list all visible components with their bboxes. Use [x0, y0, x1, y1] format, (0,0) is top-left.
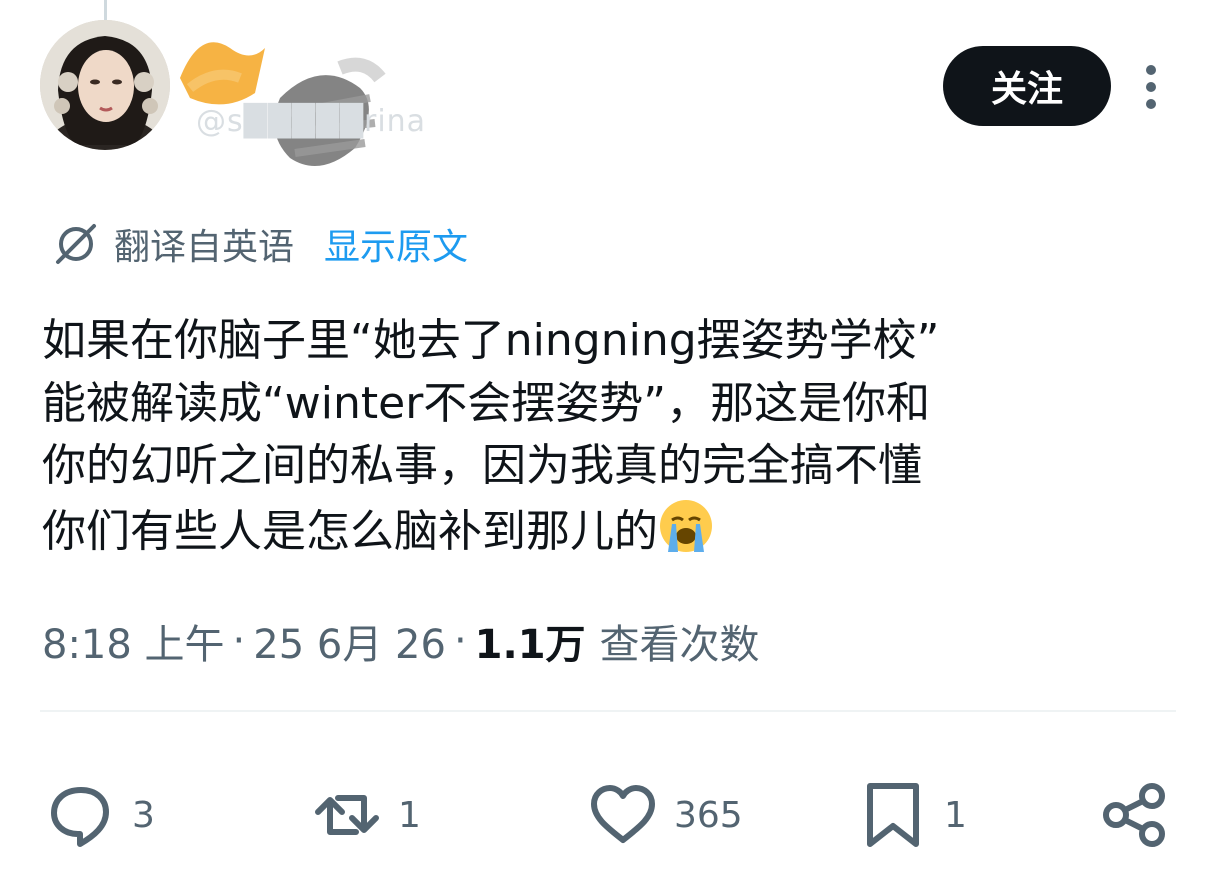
views-label: 查看次数: [599, 622, 760, 668]
user-handle[interactable]: @s█████rina: [196, 104, 426, 139]
display-name-redaction: [170, 18, 460, 188]
loudly-crying-face-emoji: [660, 499, 712, 552]
views-count: 1.1万: [474, 622, 586, 668]
meta-separator: ·: [453, 618, 467, 664]
translated-from-label: 翻译自英语: [114, 227, 295, 268]
translation-row: 翻译自英语 显示原文: [52, 218, 468, 270]
bookmark-icon: [867, 783, 919, 847]
translate-icon: [56, 224, 96, 264]
like-button[interactable]: 365: [588, 780, 743, 850]
bookmark-button[interactable]: 1: [858, 780, 967, 850]
tweet-text: 如果在你脑子里“她去了ningning摆姿势学校” 能被解读成“winter不会…: [42, 310, 1182, 563]
share-icon: [1103, 783, 1165, 847]
repost-icon: [315, 795, 379, 835]
meta-separator: ·: [232, 618, 246, 664]
tweet-date[interactable]: 25 6月 26: [253, 612, 446, 670]
heart-icon: [591, 785, 655, 843]
avatar-image: [40, 20, 170, 150]
bookmark-count: 1: [944, 794, 967, 836]
follow-button[interactable]: 关注: [943, 46, 1111, 126]
tweet-body: 如果在你脑子里“她去了ningning摆姿势学校” 能被解读成“winter不会…: [42, 315, 940, 557]
tweet-meta: 8:18 上午 · 25 6月 26 · 1.1万 查看次数: [42, 612, 760, 670]
thread-connector-line: [104, 0, 107, 20]
tweet-time[interactable]: 8:18 上午: [42, 612, 225, 670]
reply-button[interactable]: 3: [46, 780, 155, 850]
repost-button[interactable]: 1: [312, 780, 421, 850]
avatar[interactable]: [40, 20, 170, 150]
show-original-link[interactable]: 显示原文: [324, 218, 468, 270]
reply-icon: [51, 787, 109, 847]
share-button[interactable]: [1100, 780, 1170, 850]
repost-count: 1: [398, 794, 421, 836]
reply-count: 3: [132, 794, 155, 836]
like-count: 365: [674, 794, 743, 836]
more-options-icon[interactable]: [1136, 62, 1166, 112]
divider: [40, 710, 1176, 712]
